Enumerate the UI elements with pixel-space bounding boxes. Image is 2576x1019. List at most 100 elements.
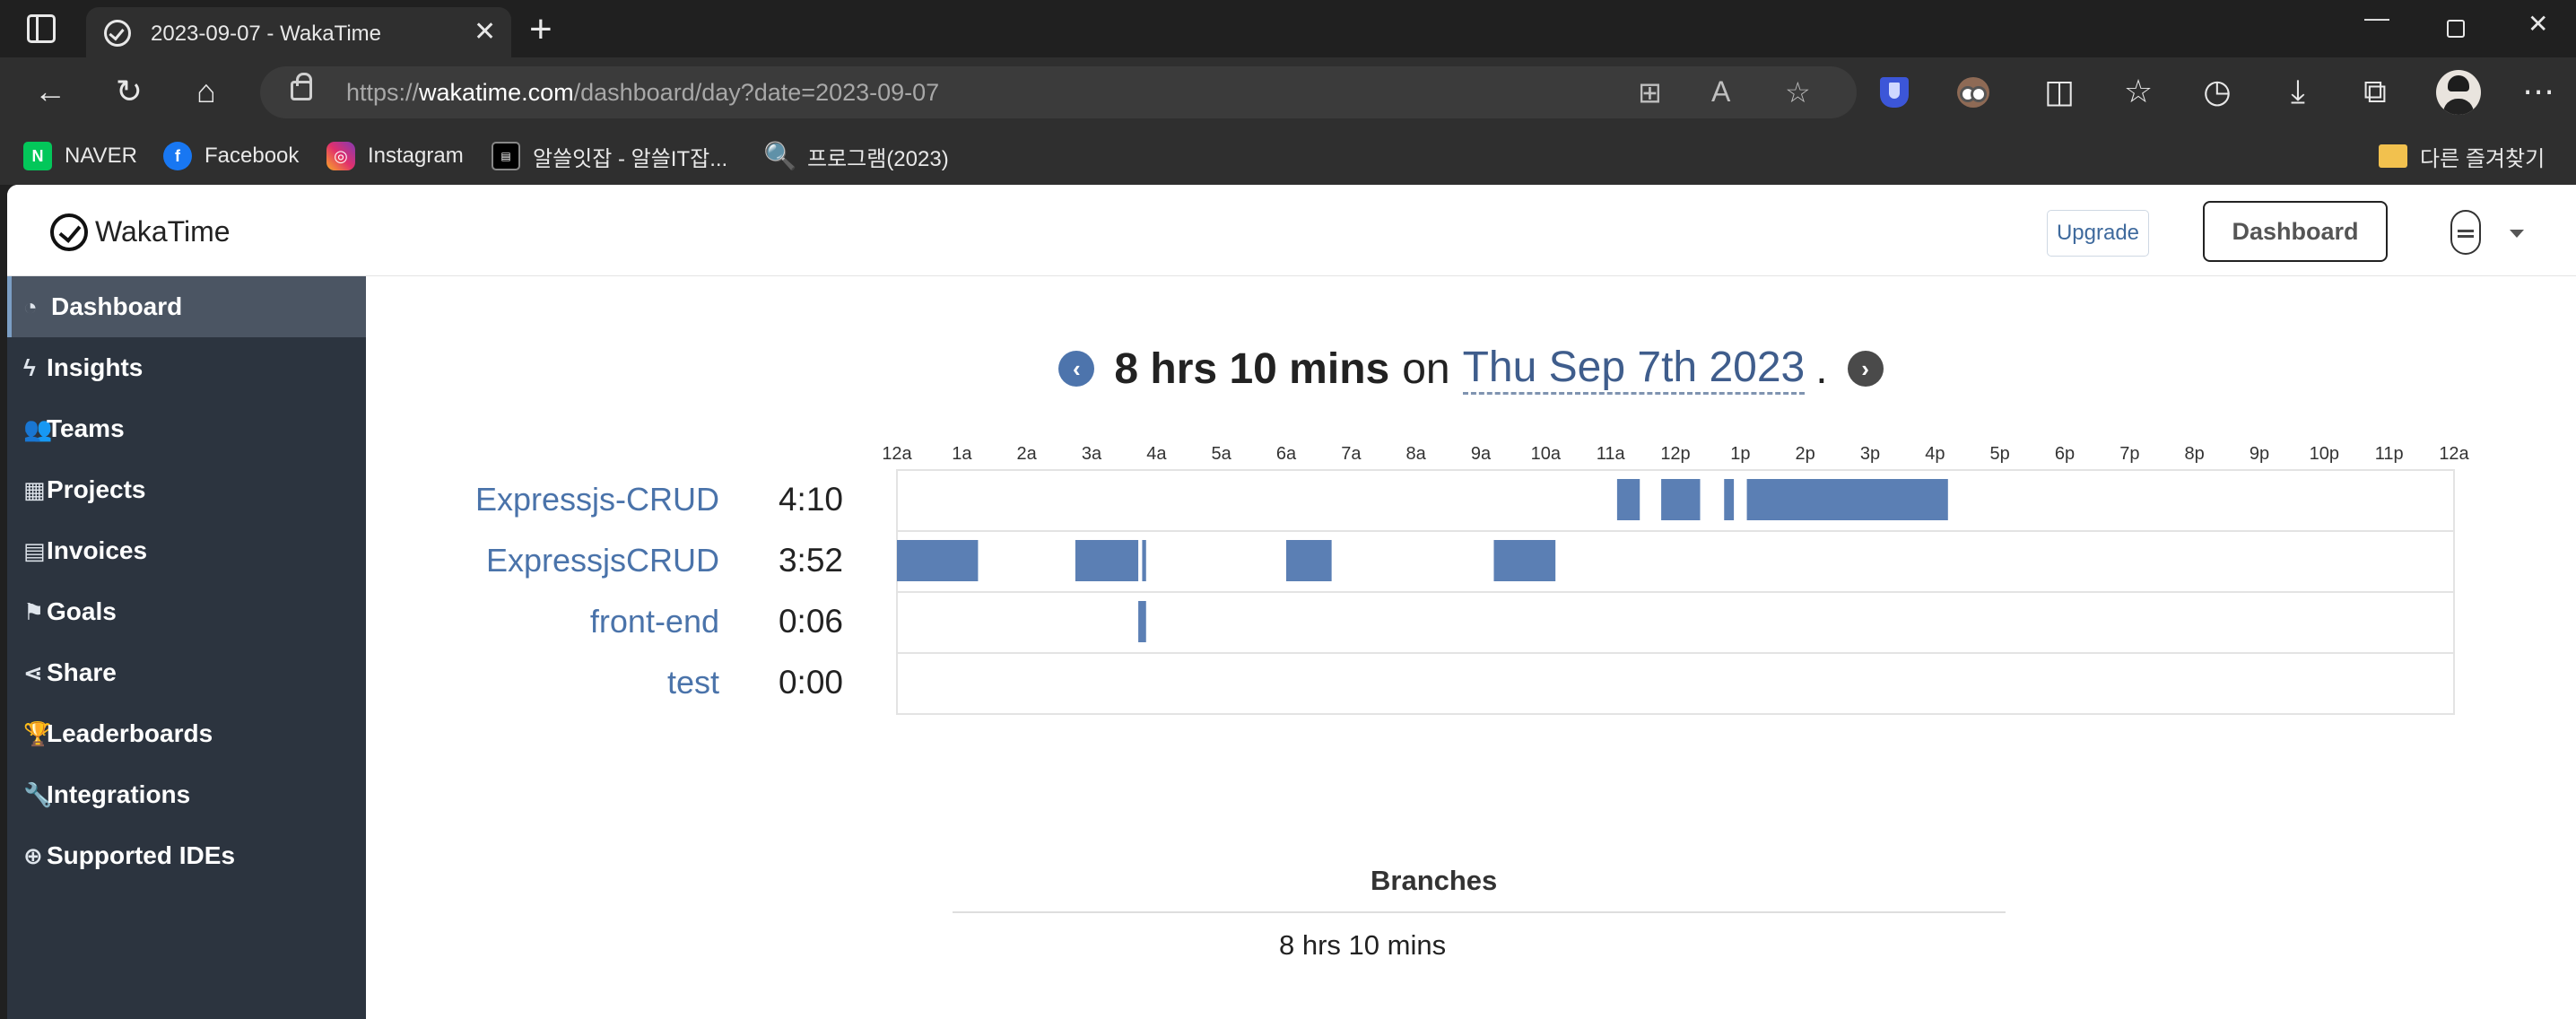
bookmark-albong[interactable]: ▤ 알쓸잇잡 - 알쓸IT잡...: [492, 140, 727, 172]
minimize-button[interactable]: —: [2364, 4, 2389, 32]
bookmark-naver[interactable]: N NAVER: [23, 140, 137, 172]
x-tick-label: 9p: [2250, 444, 2269, 464]
branches-heading: Branches: [1371, 865, 1498, 896]
bookmark-program-2023[interactable]: 🔍 프로그램(2023): [763, 140, 949, 172]
favorites-icon[interactable]: ☆: [2119, 74, 2158, 109]
favorite-star-icon[interactable]: ☆: [1785, 75, 1811, 109]
x-tick-label: 5a: [1212, 444, 1232, 464]
timeline-svg: 12a 1a 2a 3a 4a 5a 6a 7a 8a 9a 10a 11a 12p 1p 2p 3p 4p 5p…: [882, 444, 2470, 715]
x-tick-label: 3p: [1860, 444, 1880, 464]
x-tick-label: 12a: [2439, 444, 2469, 464]
more-options-icon[interactable]: ⋯: [2519, 74, 2558, 109]
sidebar-item-integrations[interactable]: 🔧 Integrations: [7, 764, 366, 825]
dashboard-button[interactable]: Dashboard: [2203, 201, 2388, 262]
sidebar-item-insights[interactable]: ϟ Insights: [7, 337, 366, 398]
bolt-icon: ϟ: [23, 353, 36, 381]
bookmarks-bar: N NAVER f Facebook ◎ Instagram ▤ 알쓸잇잡 - …: [0, 129, 2576, 185]
sidebar-item-invoices[interactable]: ▤ Invoices: [7, 520, 366, 581]
activity-bar[interactable]: [1286, 540, 1332, 581]
new-tab-button[interactable]: +: [529, 7, 553, 52]
users-icon: 👥: [23, 414, 53, 442]
document-icon: ▤: [23, 536, 46, 564]
sidebar-item-dashboard[interactable]: ◔ Dashboard: [7, 276, 366, 337]
home-icon[interactable]: ⌂: [187, 74, 226, 109]
lock-icon[interactable]: [291, 73, 312, 100]
url-text[interactable]: https://wakatime.com/dashboard/day?date=…: [346, 79, 939, 107]
tab-title: 2023-09-07 - WakaTime: [151, 22, 381, 46]
close-window-button[interactable]: ✕: [2528, 9, 2548, 39]
chevron-down-icon[interactable]: [2510, 230, 2524, 238]
project-name-link[interactable]: front-end: [366, 603, 719, 640]
download-icon[interactable]: ⤓: [2278, 74, 2318, 109]
extensions-icon[interactable]: ⧉: [2355, 74, 2395, 109]
upgrade-button[interactable]: Upgrade: [2047, 210, 2149, 257]
activity-bar[interactable]: [897, 540, 979, 581]
project-name-link[interactable]: Expressjs-CRUD: [366, 481, 719, 518]
activity-bar[interactable]: [1493, 540, 1556, 581]
grid-icon: ▦: [23, 475, 46, 503]
project-name-link[interactable]: ExpressjsCRUD: [366, 542, 719, 579]
bookmark-instagram[interactable]: ◎ Instagram: [326, 140, 464, 172]
facebook-icon: f: [163, 142, 192, 170]
x-tick-label: 11p: [2375, 444, 2404, 464]
wakatime-favicon-icon: [104, 20, 131, 47]
x-tick-label: 8p: [2185, 444, 2205, 464]
x-tick-label: 6p: [2055, 444, 2075, 464]
refresh-icon[interactable]: ↻: [109, 74, 149, 109]
dashboard-icon: ◔: [23, 292, 38, 320]
sidebar-item-supported-ides[interactable]: ⊕ Supported IDEs: [7, 825, 366, 886]
activity-bar[interactable]: [1138, 601, 1146, 642]
trophy-icon: 🏆: [23, 719, 53, 747]
x-tick-label: 2a: [1017, 444, 1038, 464]
extension-eyes-icon[interactable]: [1957, 77, 1989, 108]
sidebar-item-label: Teams: [47, 414, 125, 442]
sidebar-item-label: Supported IDEs: [47, 841, 236, 869]
x-tick-label: 1p: [1730, 444, 1750, 464]
sidebar-item-leaderboards[interactable]: 🏆 Leaderboards: [7, 703, 366, 764]
split-screen-icon[interactable]: ◫: [2040, 74, 2079, 109]
user-avatar[interactable]: [2450, 210, 2481, 255]
sidebar-item-label: Dashboard: [51, 292, 183, 320]
sidebar-item-projects[interactable]: ▦ Projects: [7, 459, 366, 520]
x-tick-label: 6a: [1276, 444, 1297, 464]
address-bar[interactable]: https://wakatime.com/dashboard/day?date=…: [260, 66, 1857, 118]
sidebar-item-share[interactable]: ⋖ Share: [7, 642, 366, 703]
x-tick-label: 7p: [2119, 444, 2139, 464]
other-bookmarks[interactable]: 다른 즐겨찾기: [2379, 140, 2545, 172]
branches-total: 8 hrs 10 mins: [1279, 929, 1447, 961]
maximize-button[interactable]: [2447, 9, 2465, 44]
history-icon[interactable]: ◷: [2197, 74, 2237, 109]
sidebar-item-label: Integrations: [47, 780, 191, 808]
activity-bar[interactable]: [1661, 479, 1701, 520]
activity-bar[interactable]: [1746, 479, 1948, 520]
bookmark-label: 프로그램(2023): [807, 146, 949, 171]
project-time: 0:00: [778, 664, 843, 701]
close-tab-icon[interactable]: ✕: [474, 16, 496, 48]
branches-divider: [953, 911, 2006, 913]
sidebar-item-goals[interactable]: ⚑ Goals: [7, 581, 366, 642]
browser-tab[interactable]: 2023-09-07 - WakaTime ✕: [86, 7, 511, 57]
activity-bar[interactable]: [1616, 479, 1640, 520]
activity-bar[interactable]: [1724, 479, 1735, 520]
x-tick-label: 1a: [952, 444, 972, 464]
back-icon[interactable]: ←: [30, 74, 70, 109]
sidebar-item-teams[interactable]: 👥 Teams: [7, 398, 366, 459]
project-name-link[interactable]: test: [366, 664, 719, 701]
x-tick-label: 4p: [1925, 444, 1945, 464]
profile-avatar[interactable]: [2436, 70, 2481, 115]
bookmark-facebook[interactable]: f Facebook: [163, 140, 299, 172]
sidebar-toggle-icon[interactable]: [27, 14, 56, 43]
activity-bar[interactable]: [1142, 540, 1146, 581]
x-tick-label: 11a: [1597, 444, 1626, 464]
wakatime-logo-icon[interactable]: [50, 213, 88, 251]
site-logo-text[interactable]: WakaTime: [95, 215, 231, 248]
bitwarden-extension-icon[interactable]: [1880, 77, 1909, 108]
project-time: 3:52: [778, 542, 843, 579]
site-header: WakaTime Upgrade Dashboard: [7, 185, 2576, 276]
x-tick-label: 5p: [1990, 444, 2010, 464]
bookmark-label: Instagram: [368, 144, 464, 168]
app-available-icon[interactable]: ⊞: [1638, 75, 1662, 109]
read-aloud-icon[interactable]: A: [1711, 75, 1730, 109]
x-tick-label: 9a: [1471, 444, 1492, 464]
activity-bar[interactable]: [1075, 540, 1139, 581]
